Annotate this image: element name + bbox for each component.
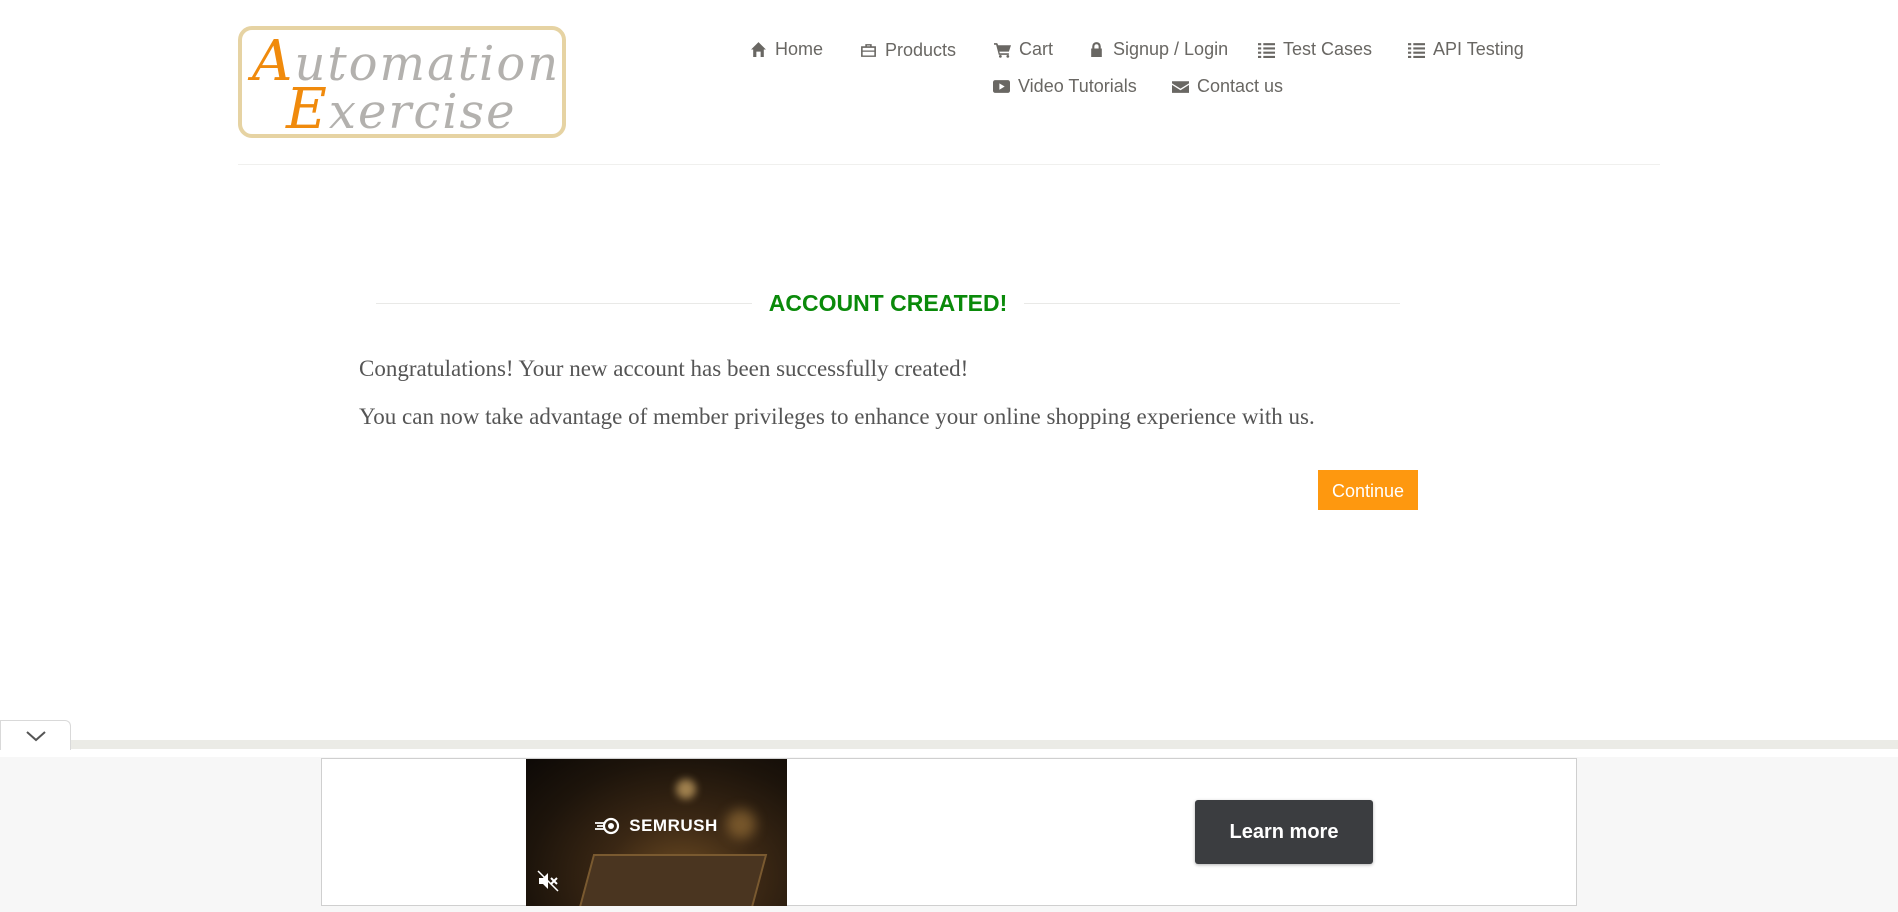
nav-video-tutorials[interactable]: Video Tutorials (993, 76, 1137, 97)
continue-button[interactable]: Continue (1318, 470, 1418, 510)
nav-contact-us[interactable]: Contact us (1172, 76, 1283, 97)
video-light (676, 779, 696, 799)
envelope-icon (1172, 81, 1189, 93)
logo-line-2: Exercise (286, 77, 517, 138)
site-logo[interactable]: Automation Exercise (238, 26, 566, 138)
briefcase-icon (861, 44, 876, 57)
ad-collapse-toggle[interactable] (0, 720, 71, 750)
nav-signup-login-label: Signup / Login (1113, 39, 1229, 59)
nav-video-tutorials-label: Video Tutorials (1018, 76, 1137, 96)
ad-brand: SEMRUSH (526, 816, 787, 836)
ad-brand-name: SEMRUSH (629, 816, 718, 835)
video-jewelry-tray (578, 854, 768, 906)
nav-home[interactable]: Home (750, 39, 823, 60)
nav-products[interactable]: Products (860, 40, 956, 61)
nav-cart[interactable]: Cart (994, 39, 1053, 60)
list-icon (1258, 43, 1275, 58)
ad-video[interactable]: SEMRUSH (526, 759, 787, 906)
page-title: ACCOUNT CREATED! (768, 290, 1008, 316)
nav-test-cases[interactable]: Test Cases (1258, 39, 1372, 60)
nav-home-label: Home (775, 39, 824, 59)
learn-more-button[interactable]: Learn more (1195, 800, 1373, 864)
nav-products-label: Products (885, 40, 957, 60)
nav-api-testing-label: API Testing (1433, 39, 1524, 59)
nav-api-testing[interactable]: API Testing (1408, 39, 1524, 60)
list-icon (1408, 43, 1425, 58)
nav-test-cases-label: Test Cases (1283, 39, 1373, 59)
cart-icon (994, 43, 1011, 58)
ad-frame[interactable] (321, 758, 1577, 906)
semrush-logo-icon (595, 817, 620, 835)
youtube-play-icon (993, 80, 1010, 93)
ad-bar-top-border (70, 740, 1898, 749)
privileges-text: You can now take advantage of member pri… (359, 404, 1315, 429)
header-divider (238, 164, 1660, 165)
congratulations-text: Congratulations! Your new account has be… (359, 356, 969, 381)
lock-icon (1091, 42, 1102, 57)
nav-contact-us-label: Contact us (1197, 76, 1284, 96)
chevron-down-icon (25, 730, 46, 741)
home-icon (751, 42, 766, 57)
nav-signup-login[interactable]: Signup / Login (1088, 39, 1228, 60)
nav-cart-label: Cart (1019, 39, 1054, 59)
mute-icon[interactable] (536, 869, 560, 893)
account-created-heading: ACCOUNT CREATED! (376, 286, 1400, 320)
